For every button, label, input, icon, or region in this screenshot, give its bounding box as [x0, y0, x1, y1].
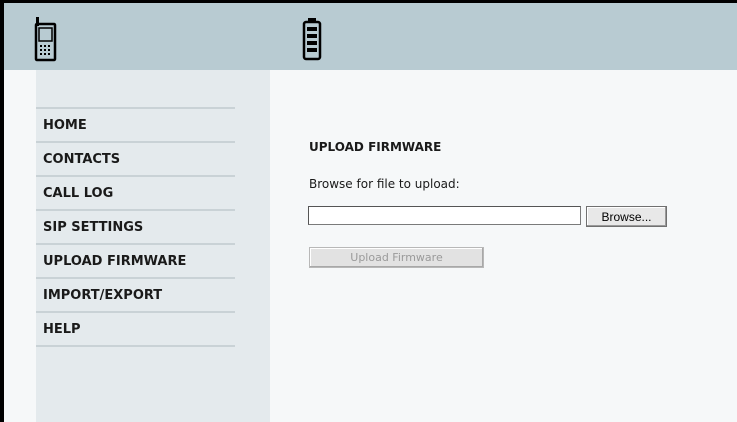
sidebar-item-call-log[interactable]: CALL LOG: [36, 175, 235, 209]
sidebar-item-label: CONTACTS: [43, 151, 121, 167]
browse-label: Browse for file to upload:: [309, 177, 460, 191]
sidebar-divider: [36, 345, 235, 347]
sidebar-item-sip-settings[interactable]: SIP SETTINGS: [36, 209, 235, 243]
sidebar-item-label: IMPORT/EXPORT: [43, 287, 163, 303]
handset-icon: [34, 15, 58, 67]
sidebar-item-label: HELP: [43, 321, 81, 337]
sidebar-item-label: UPLOAD FIRMWARE: [43, 253, 187, 269]
sidebar-item-import-export[interactable]: IMPORT/EXPORT: [36, 277, 235, 311]
sidebar-item-label: CALL LOG: [43, 185, 114, 201]
sidebar-item-upload-firmware[interactable]: UPLOAD FIRMWARE: [36, 243, 235, 277]
sidebar-item-label: HOME: [43, 117, 87, 133]
sidebar-item-help[interactable]: HELP: [36, 311, 235, 345]
page-title: UPLOAD FIRMWARE: [309, 140, 442, 154]
browse-button[interactable]: Browse...: [586, 206, 667, 227]
upload-firmware-button[interactable]: Upload Firmware: [309, 247, 484, 268]
sidebar-menu: HOME CONTACTS CALL LOG SIP SETTINGS UPLO…: [36, 107, 235, 347]
header-bar: [4, 3, 737, 70]
file-path-input[interactable]: [308, 206, 581, 225]
sidebar-item-contacts[interactable]: CONTACTS: [36, 141, 235, 175]
sidebar-item-label: SIP SETTINGS: [43, 219, 144, 235]
sidebar-item-home[interactable]: HOME: [36, 107, 235, 141]
battery-icon: [302, 17, 322, 65]
